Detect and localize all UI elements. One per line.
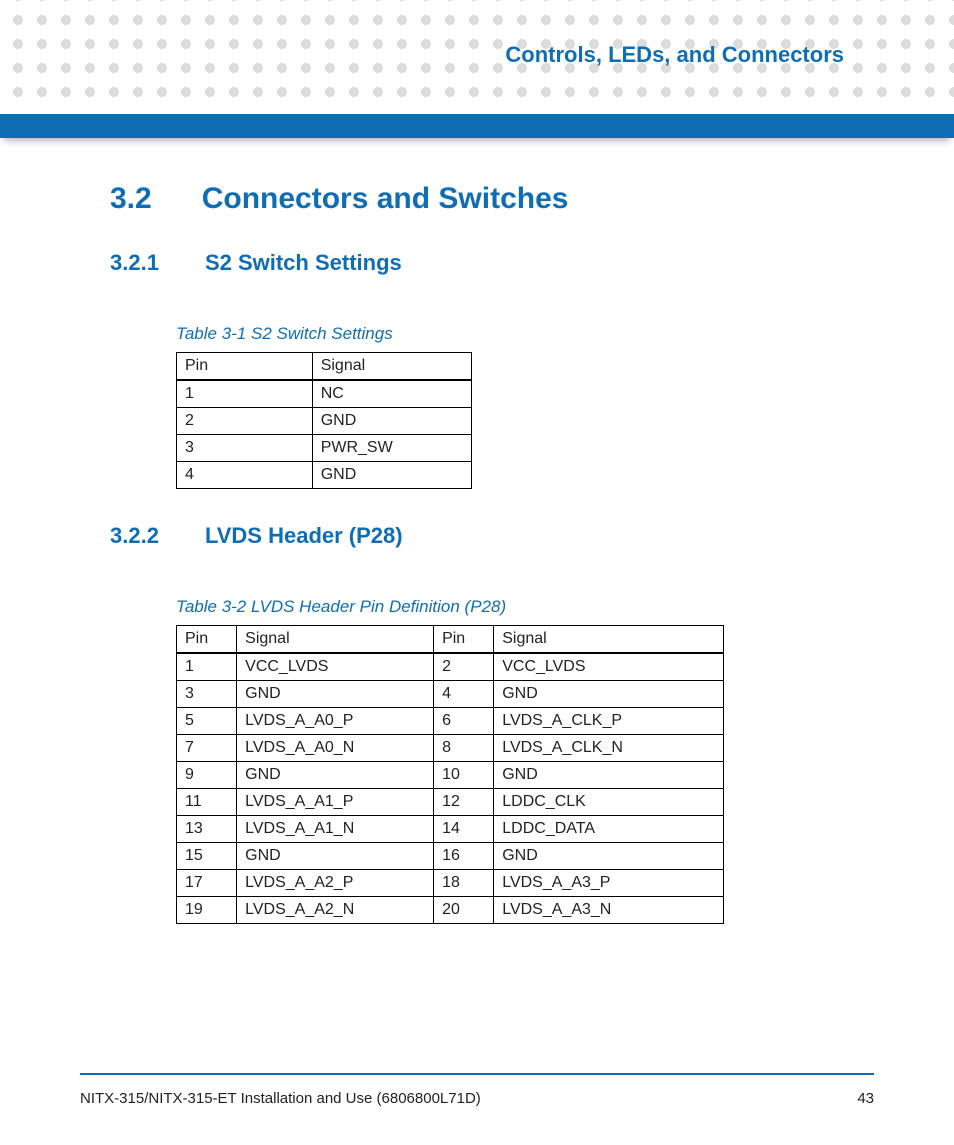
table-cell: 6: [434, 708, 494, 735]
table-cell: 4: [177, 462, 313, 489]
table-cell: GND: [237, 762, 434, 789]
table-row: 9GND10GND: [177, 762, 724, 789]
table-cell: 1: [177, 380, 313, 408]
section-title: Connectors and Switches: [202, 182, 569, 216]
table-cell: GND: [494, 762, 724, 789]
table-s2-switch: Pin Signal 1NC2GND3PWR_SW4GND: [176, 352, 472, 489]
table-header: Pin: [434, 626, 494, 654]
table-cell: 20: [434, 897, 494, 924]
table-row: 5LVDS_A_A0_P6LVDS_A_CLK_P: [177, 708, 724, 735]
table-cell: LVDS_A_A3_P: [494, 870, 724, 897]
table-cell: PWR_SW: [312, 435, 471, 462]
table-cell: 1: [177, 653, 237, 681]
subsection-number: 3.2.1: [110, 250, 159, 276]
table-row: 11LVDS_A_A1_P12LDDC_CLK: [177, 789, 724, 816]
table-cell: 11: [177, 789, 237, 816]
table-row: 2GND: [177, 408, 472, 435]
chapter-title: Controls, LEDs, and Connectors: [505, 42, 844, 68]
table-row: 19LVDS_A_A2_N20LVDS_A_A3_N: [177, 897, 724, 924]
table-cell: 3: [177, 435, 313, 462]
table-cell: 17: [177, 870, 237, 897]
table-row: 15GND16GND: [177, 843, 724, 870]
table-cell: NC: [312, 380, 471, 408]
table-cell: 2: [434, 653, 494, 681]
table-cell: 16: [434, 843, 494, 870]
footer-page-number: 43: [857, 1090, 874, 1107]
table-row: 1VCC_LVDS2VCC_LVDS: [177, 653, 724, 681]
table-cell: 4: [434, 681, 494, 708]
table-cell: 18: [434, 870, 494, 897]
table-cell: LVDS_A_A2_P: [237, 870, 434, 897]
table-cell: VCC_LVDS: [494, 653, 724, 681]
table-cell: VCC_LVDS: [237, 653, 434, 681]
table-header: Signal: [312, 353, 471, 381]
table-cell: GND: [312, 462, 471, 489]
table-cell: LVDS_A_A0_N: [237, 735, 434, 762]
table-cell: 2: [177, 408, 313, 435]
table-lvds-header: Pin Signal Pin Signal 1VCC_LVDS2VCC_LVDS…: [176, 625, 724, 924]
table-caption-1: Table 3-1 S2 Switch Settings: [176, 324, 864, 344]
table-cell: 19: [177, 897, 237, 924]
table-cell: 13: [177, 816, 237, 843]
table-header: Pin: [177, 353, 313, 381]
table-cell: 15: [177, 843, 237, 870]
table-cell: LVDS_A_A3_N: [494, 897, 724, 924]
table-cell: LDDC_CLK: [494, 789, 724, 816]
page-content: 3.2 Connectors and Switches 3.2.1 S2 Swi…: [110, 170, 864, 924]
subsection-number: 3.2.2: [110, 523, 159, 549]
subsection-title: S2 Switch Settings: [205, 250, 402, 276]
table-row: 4GND: [177, 462, 472, 489]
table-cell: 5: [177, 708, 237, 735]
section-number: 3.2: [110, 182, 152, 216]
table-cell: GND: [312, 408, 471, 435]
table-header: Pin: [177, 626, 237, 654]
table-cell: GND: [494, 843, 724, 870]
table-header: Signal: [494, 626, 724, 654]
table-row: 3PWR_SW: [177, 435, 472, 462]
table-cell: LVDS_A_A0_P: [237, 708, 434, 735]
table-cell: LVDS_A_A1_N: [237, 816, 434, 843]
table-cell: GND: [237, 843, 434, 870]
table-row: 17LVDS_A_A2_P18LVDS_A_A3_P: [177, 870, 724, 897]
table-cell: 7: [177, 735, 237, 762]
table-cell: LVDS_A_CLK_N: [494, 735, 724, 762]
table-header: Signal: [237, 626, 434, 654]
table-row: 7LVDS_A_A0_N8LVDS_A_CLK_N: [177, 735, 724, 762]
section-heading: 3.2 Connectors and Switches: [110, 182, 864, 216]
footer-doc-title: NITX-315/NITX-315-ET Installation and Us…: [80, 1090, 481, 1107]
table-row: 3GND4GND: [177, 681, 724, 708]
table-cell: 9: [177, 762, 237, 789]
table-cell: 3: [177, 681, 237, 708]
footer-rule: [80, 1073, 874, 1075]
table-row: 1NC: [177, 380, 472, 408]
table-row: 13LVDS_A_A1_N14LDDC_DATA: [177, 816, 724, 843]
subsection-heading-1: 3.2.1 S2 Switch Settings: [110, 250, 864, 276]
table-cell: 12: [434, 789, 494, 816]
table-cell: 14: [434, 816, 494, 843]
table-cell: GND: [237, 681, 434, 708]
table-cell: LVDS_A_A1_P: [237, 789, 434, 816]
table-cell: LVDS_A_A2_N: [237, 897, 434, 924]
table-caption-2: Table 3-2 LVDS Header Pin Definition (P2…: [176, 597, 864, 617]
table-cell: 8: [434, 735, 494, 762]
table-cell: 10: [434, 762, 494, 789]
subsection-heading-2: 3.2.2 LVDS Header (P28): [110, 523, 864, 549]
table-cell: GND: [494, 681, 724, 708]
header-bar: [0, 114, 954, 138]
table-cell: LDDC_DATA: [494, 816, 724, 843]
subsection-title: LVDS Header (P28): [205, 523, 403, 549]
table-cell: LVDS_A_CLK_P: [494, 708, 724, 735]
page-footer: NITX-315/NITX-315-ET Installation and Us…: [80, 1090, 874, 1107]
